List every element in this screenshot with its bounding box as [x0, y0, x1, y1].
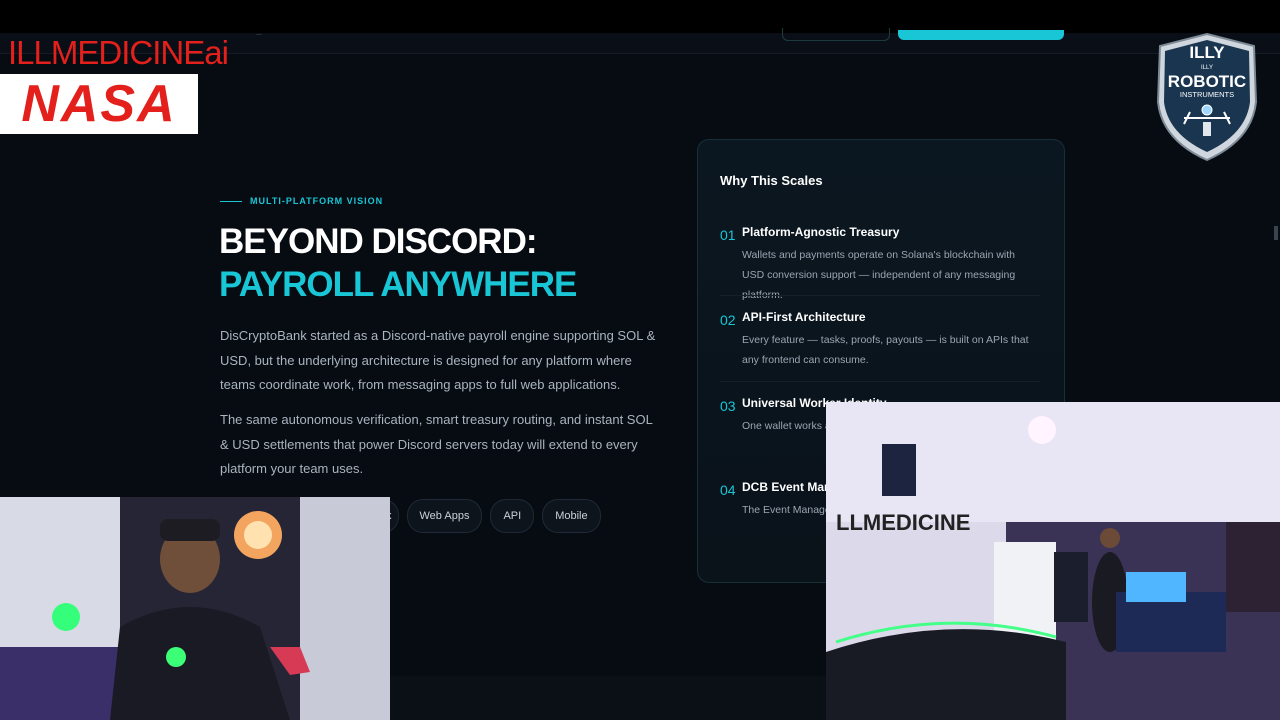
badge-instruments-text: INSTRUMENTS [1180, 90, 1234, 99]
top-black-bar [0, 0, 1280, 34]
eyebrow-text: MULTI-PLATFORM VISION [250, 196, 384, 206]
studio-wall-text: LLMEDICINE [836, 510, 970, 535]
badge-illy-text: ILLY [1189, 43, 1225, 62]
scale-item-02: 02 API-First Architecture Every feature … [720, 310, 1040, 370]
eyebrow-line [220, 200, 242, 202]
hero-paragraph-2: The same autonomous verification, smart … [220, 412, 653, 476]
item-divider [720, 381, 1040, 382]
illy-robotic-badge: ILLY ILLY ROBOTIC INSTRUMENTS [1156, 32, 1258, 162]
platform-chips: k Web Apps API Mobile [380, 499, 601, 533]
item-title: Platform-Agnostic Treasury [742, 225, 900, 239]
item-number: 02 [720, 312, 736, 328]
item-title: API-First Architecture [742, 310, 866, 324]
section-eyebrow: MULTI-PLATFORM VISION [220, 196, 383, 206]
hero-paragraph-1: DisCryptoBank started as a Discord-nativ… [220, 328, 656, 392]
chip-mobile[interactable]: Mobile [542, 499, 601, 533]
webcam-left-presenter [0, 497, 390, 720]
card-title: Why This Scales [720, 173, 823, 188]
item-divider [720, 295, 1040, 296]
nav-tiny-text: ... [256, 30, 262, 37]
badge-robotic-text: ROBOTIC [1168, 72, 1246, 91]
item-number: 01 [720, 227, 736, 243]
scale-item-01: 01 Platform-Agnostic Treasury Wallets an… [720, 225, 1040, 301]
headline-line-2: PAYROLL ANYWHERE [219, 265, 577, 304]
badge-small-text: ILLY [1201, 65, 1213, 71]
nav-cta-button[interactable] [898, 30, 1064, 40]
webcam-right-studio: LLMEDICINE [826, 402, 1280, 720]
nasa-logo-text: NASA [21, 75, 177, 133]
headline-line-1: BEYOND DISCORD: [219, 222, 538, 261]
item-description: Every feature — tasks, proofs, payouts —… [742, 334, 1029, 366]
item-description: Wallets and payments operate on Solana's… [742, 249, 1016, 301]
item-number: 03 [720, 398, 736, 414]
scrollbar-thumb[interactable] [1274, 226, 1278, 240]
chip-api[interactable]: API [490, 499, 535, 533]
nasa-logo: NASA [0, 74, 198, 134]
chip-web-apps[interactable]: Web Apps [406, 499, 483, 533]
illmedicine-brand-text: ILLMEDICINEai [8, 34, 229, 71]
nav-outline-button[interactable] [782, 28, 890, 41]
item-number: 04 [720, 482, 736, 498]
page-bottom-strip [390, 676, 826, 720]
